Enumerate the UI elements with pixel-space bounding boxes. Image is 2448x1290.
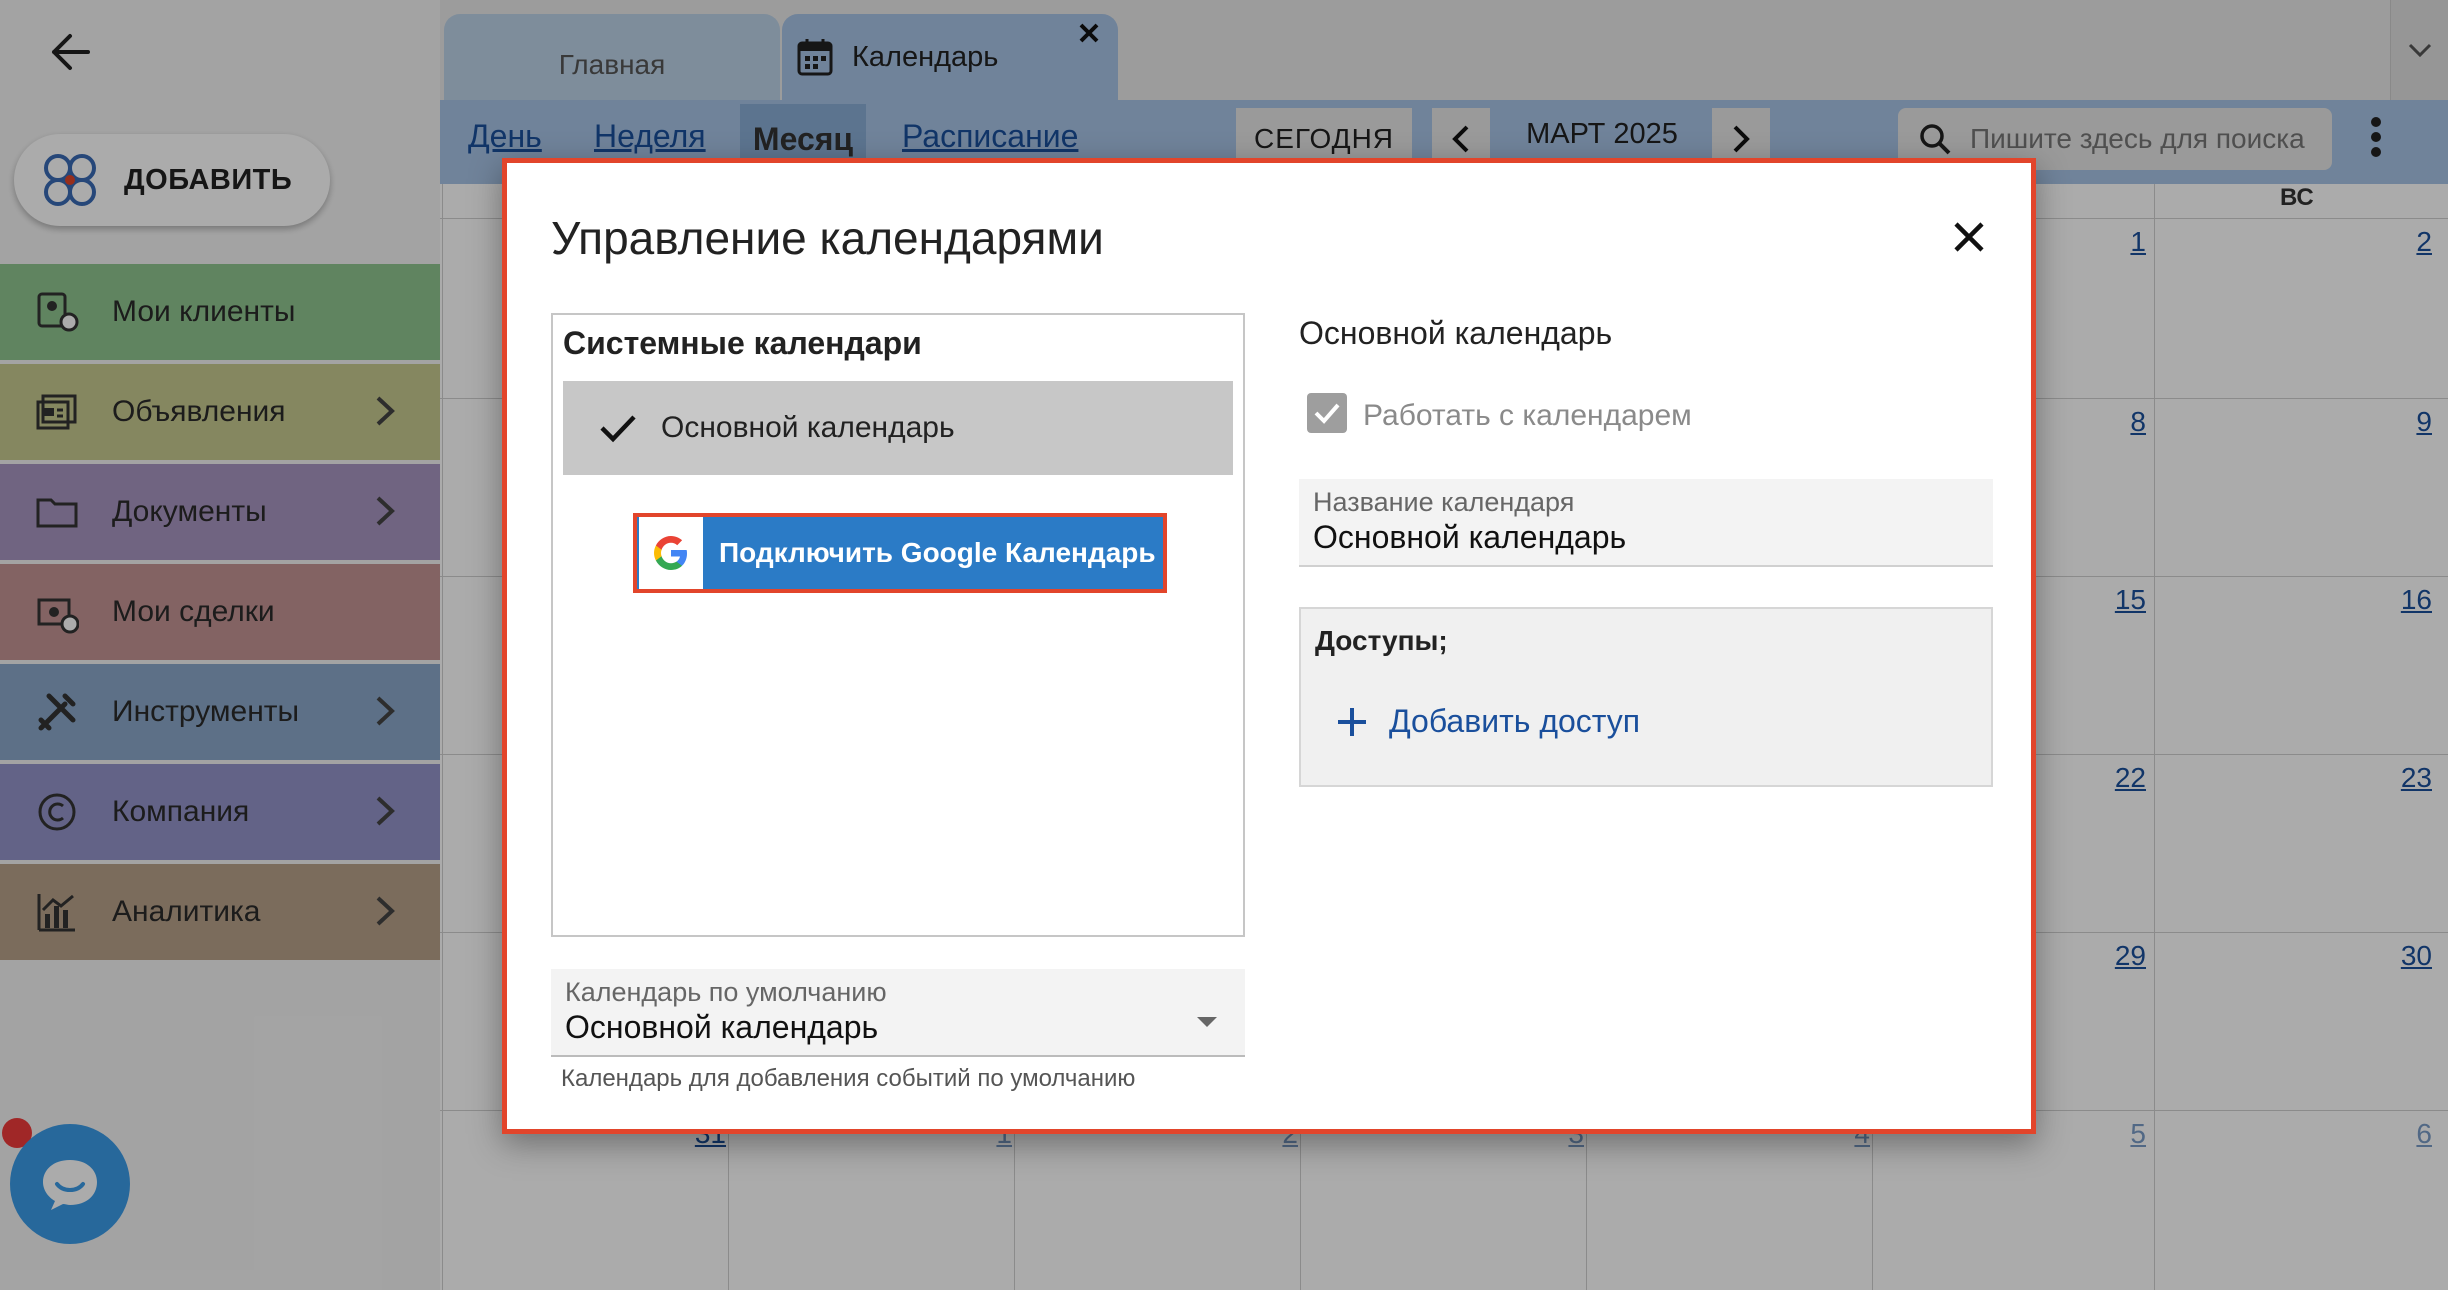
access-panel: Доступы; Добавить доступ	[1299, 607, 1993, 787]
dialog-close-button[interactable]	[1953, 221, 1985, 258]
add-access-button[interactable]: Добавить доступ	[1335, 703, 1640, 740]
connect-google-calendar-button[interactable]: Подключить Google Календарь	[633, 513, 1167, 593]
calendar-name-value: Основной календарь	[1313, 519, 1627, 555]
dropdown-arrow-icon	[1197, 1017, 1217, 1027]
add-access-label: Добавить доступ	[1389, 703, 1641, 739]
google-logo-icon	[639, 517, 703, 589]
calendar-name-field[interactable]: Название календаря Основной календарь	[1299, 479, 1993, 567]
calendar-management-dialog: Управление календарями Системные календа…	[502, 158, 2036, 1134]
calendar-list-item-label: Основной календарь	[661, 411, 955, 444]
default-calendar-help-text: Календарь для добавления событий по умол…	[561, 1065, 1136, 1092]
work-with-calendar-label: Работать с календарем	[1363, 399, 1692, 432]
access-label: Доступы;	[1315, 625, 1448, 656]
system-calendars-panel: Системные календари Основной календарь П…	[551, 313, 1245, 937]
calendar-name-label: Название календаря	[1313, 487, 1575, 517]
checkmark-icon	[1314, 403, 1340, 424]
checkmark-icon	[600, 415, 636, 443]
work-with-calendar-checkbox[interactable]	[1307, 393, 1347, 433]
default-calendar-value: Основной календарь	[565, 1009, 879, 1045]
default-calendar-label: Календарь по умолчанию	[565, 977, 887, 1007]
system-calendars-title: Системные календари	[563, 325, 922, 361]
close-icon	[1954, 222, 1984, 252]
dialog-title: Управление календарями	[551, 212, 1104, 264]
connect-google-calendar-label: Подключить Google Календарь	[719, 537, 1156, 568]
selected-calendar-title: Основной календарь	[1299, 315, 1613, 351]
calendar-list-item[interactable]: Основной календарь	[563, 381, 1233, 475]
plus-icon	[1338, 707, 1366, 736]
default-calendar-select[interactable]: Календарь по умолчанию Основной календар…	[551, 969, 1245, 1057]
